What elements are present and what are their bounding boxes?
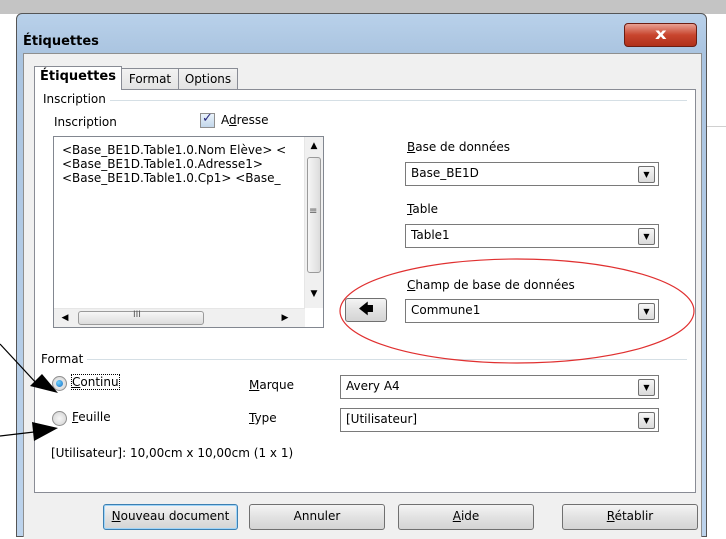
scroll-right-icon[interactable]: ▶	[277, 313, 293, 323]
type-value: [Utilisateur]	[346, 412, 418, 426]
database-select[interactable]: Base_BE1D ▼	[405, 162, 659, 186]
label-size-info: [Utilisateur]: 10,00cm x 10,00cm (1 x 1)	[51, 446, 294, 460]
format-group-label: Format	[41, 352, 88, 366]
marque-label: Marque	[249, 378, 295, 392]
insert-field-button[interactable]: 🡄	[345, 298, 387, 322]
database-value: Base_BE1D	[411, 166, 479, 180]
continu-radio-label[interactable]: Continu	[71, 374, 120, 390]
tab-etiquettes[interactable]: Étiquettes	[34, 66, 122, 90]
database-field-value: Commune1	[411, 303, 481, 317]
labels-dialog: Étiquettes x Étiquettes Format Options I…	[16, 13, 707, 539]
background-window-strip	[0, 0, 726, 14]
dialog-title: Étiquettes	[23, 34, 99, 49]
tab-panel-etiquettes: Inscription Inscription ✓ Adresse <Base_…	[34, 89, 696, 493]
checkmark-icon: ✓	[202, 111, 213, 126]
close-icon: x	[654, 25, 667, 43]
type-label: Type	[249, 411, 277, 425]
dialog-client-area: Étiquettes Format Options Inscription In…	[23, 53, 702, 539]
database-label: Base de données	[407, 140, 511, 154]
scroll-left-icon[interactable]: ◀	[57, 313, 73, 323]
inscription-line-2: <Base_BE1D.Table1.0.Adresse1>	[62, 157, 263, 171]
tab-options[interactable]: Options	[178, 68, 238, 89]
inscription-group-label: Inscription	[43, 92, 110, 106]
cancel-button[interactable]: Annuler	[249, 504, 385, 530]
feuille-radio[interactable]	[52, 411, 67, 426]
reset-button[interactable]: Rétablir	[562, 504, 698, 530]
arrow-left-icon: 🡄	[358, 300, 374, 318]
chevron-down-icon[interactable]: ▼	[638, 379, 655, 396]
table-select[interactable]: Table1 ▼	[405, 224, 659, 248]
button-bar: Nouveau document Annuler Aide Rétablir	[24, 494, 701, 539]
inscription-line-3: <Base_BE1D.Table1.0.Cp1> <Base_	[62, 171, 281, 185]
chevron-down-icon[interactable]: ▼	[638, 228, 655, 245]
inscription-textarea[interactable]: <Base_BE1D.Table1.0.Nom Elève> < <Base_B…	[53, 136, 324, 328]
feuille-radio-label[interactable]: Feuille	[72, 410, 111, 424]
address-checkbox[interactable]: ✓	[200, 111, 215, 128]
chevron-down-icon[interactable]: ▼	[638, 303, 655, 320]
database-field-label: Champ de base de données	[407, 278, 575, 292]
inscription-line-1: <Base_BE1D.Table1.0.Nom Elève> <	[62, 143, 287, 157]
table-value: Table1	[411, 228, 450, 242]
inscription-group-rule	[43, 100, 687, 101]
continu-radio[interactable]	[52, 376, 67, 391]
chevron-down-icon[interactable]: ▼	[638, 166, 655, 183]
table-label: Table	[407, 202, 439, 216]
grip-icon: III	[133, 310, 141, 320]
title-bar[interactable]: Étiquettes x	[17, 14, 706, 54]
close-button[interactable]: x	[624, 23, 697, 47]
help-button[interactable]: Aide	[398, 504, 534, 530]
database-field-select[interactable]: Commune1 ▼	[405, 299, 659, 323]
address-checkbox-label[interactable]: Adresse	[221, 113, 269, 127]
marque-value: Avery A4	[346, 379, 400, 393]
new-document-button[interactable]: Nouveau document	[103, 504, 238, 530]
grip-icon: ≡	[309, 206, 318, 217]
horizontal-scroll-thumb[interactable]: III	[78, 310, 204, 325]
chevron-down-icon[interactable]: ▼	[638, 412, 655, 429]
marque-select[interactable]: Avery A4 ▼	[340, 375, 659, 399]
vertical-scroll-thumb[interactable]: ≡	[307, 157, 321, 273]
inscription-vertical-scrollbar[interactable]: ▲ ≡ ▼	[304, 137, 323, 308]
scroll-up-icon[interactable]: ▲	[306, 141, 322, 151]
inscription-horizontal-scrollbar[interactable]: ◀ III ▶	[54, 308, 305, 327]
format-group-rule	[43, 359, 687, 360]
inscription-label: Inscription	[54, 115, 117, 129]
tab-format[interactable]: Format	[120, 68, 180, 89]
scroll-down-icon[interactable]: ▼	[306, 289, 322, 299]
type-select[interactable]: [Utilisateur] ▼	[340, 408, 659, 432]
